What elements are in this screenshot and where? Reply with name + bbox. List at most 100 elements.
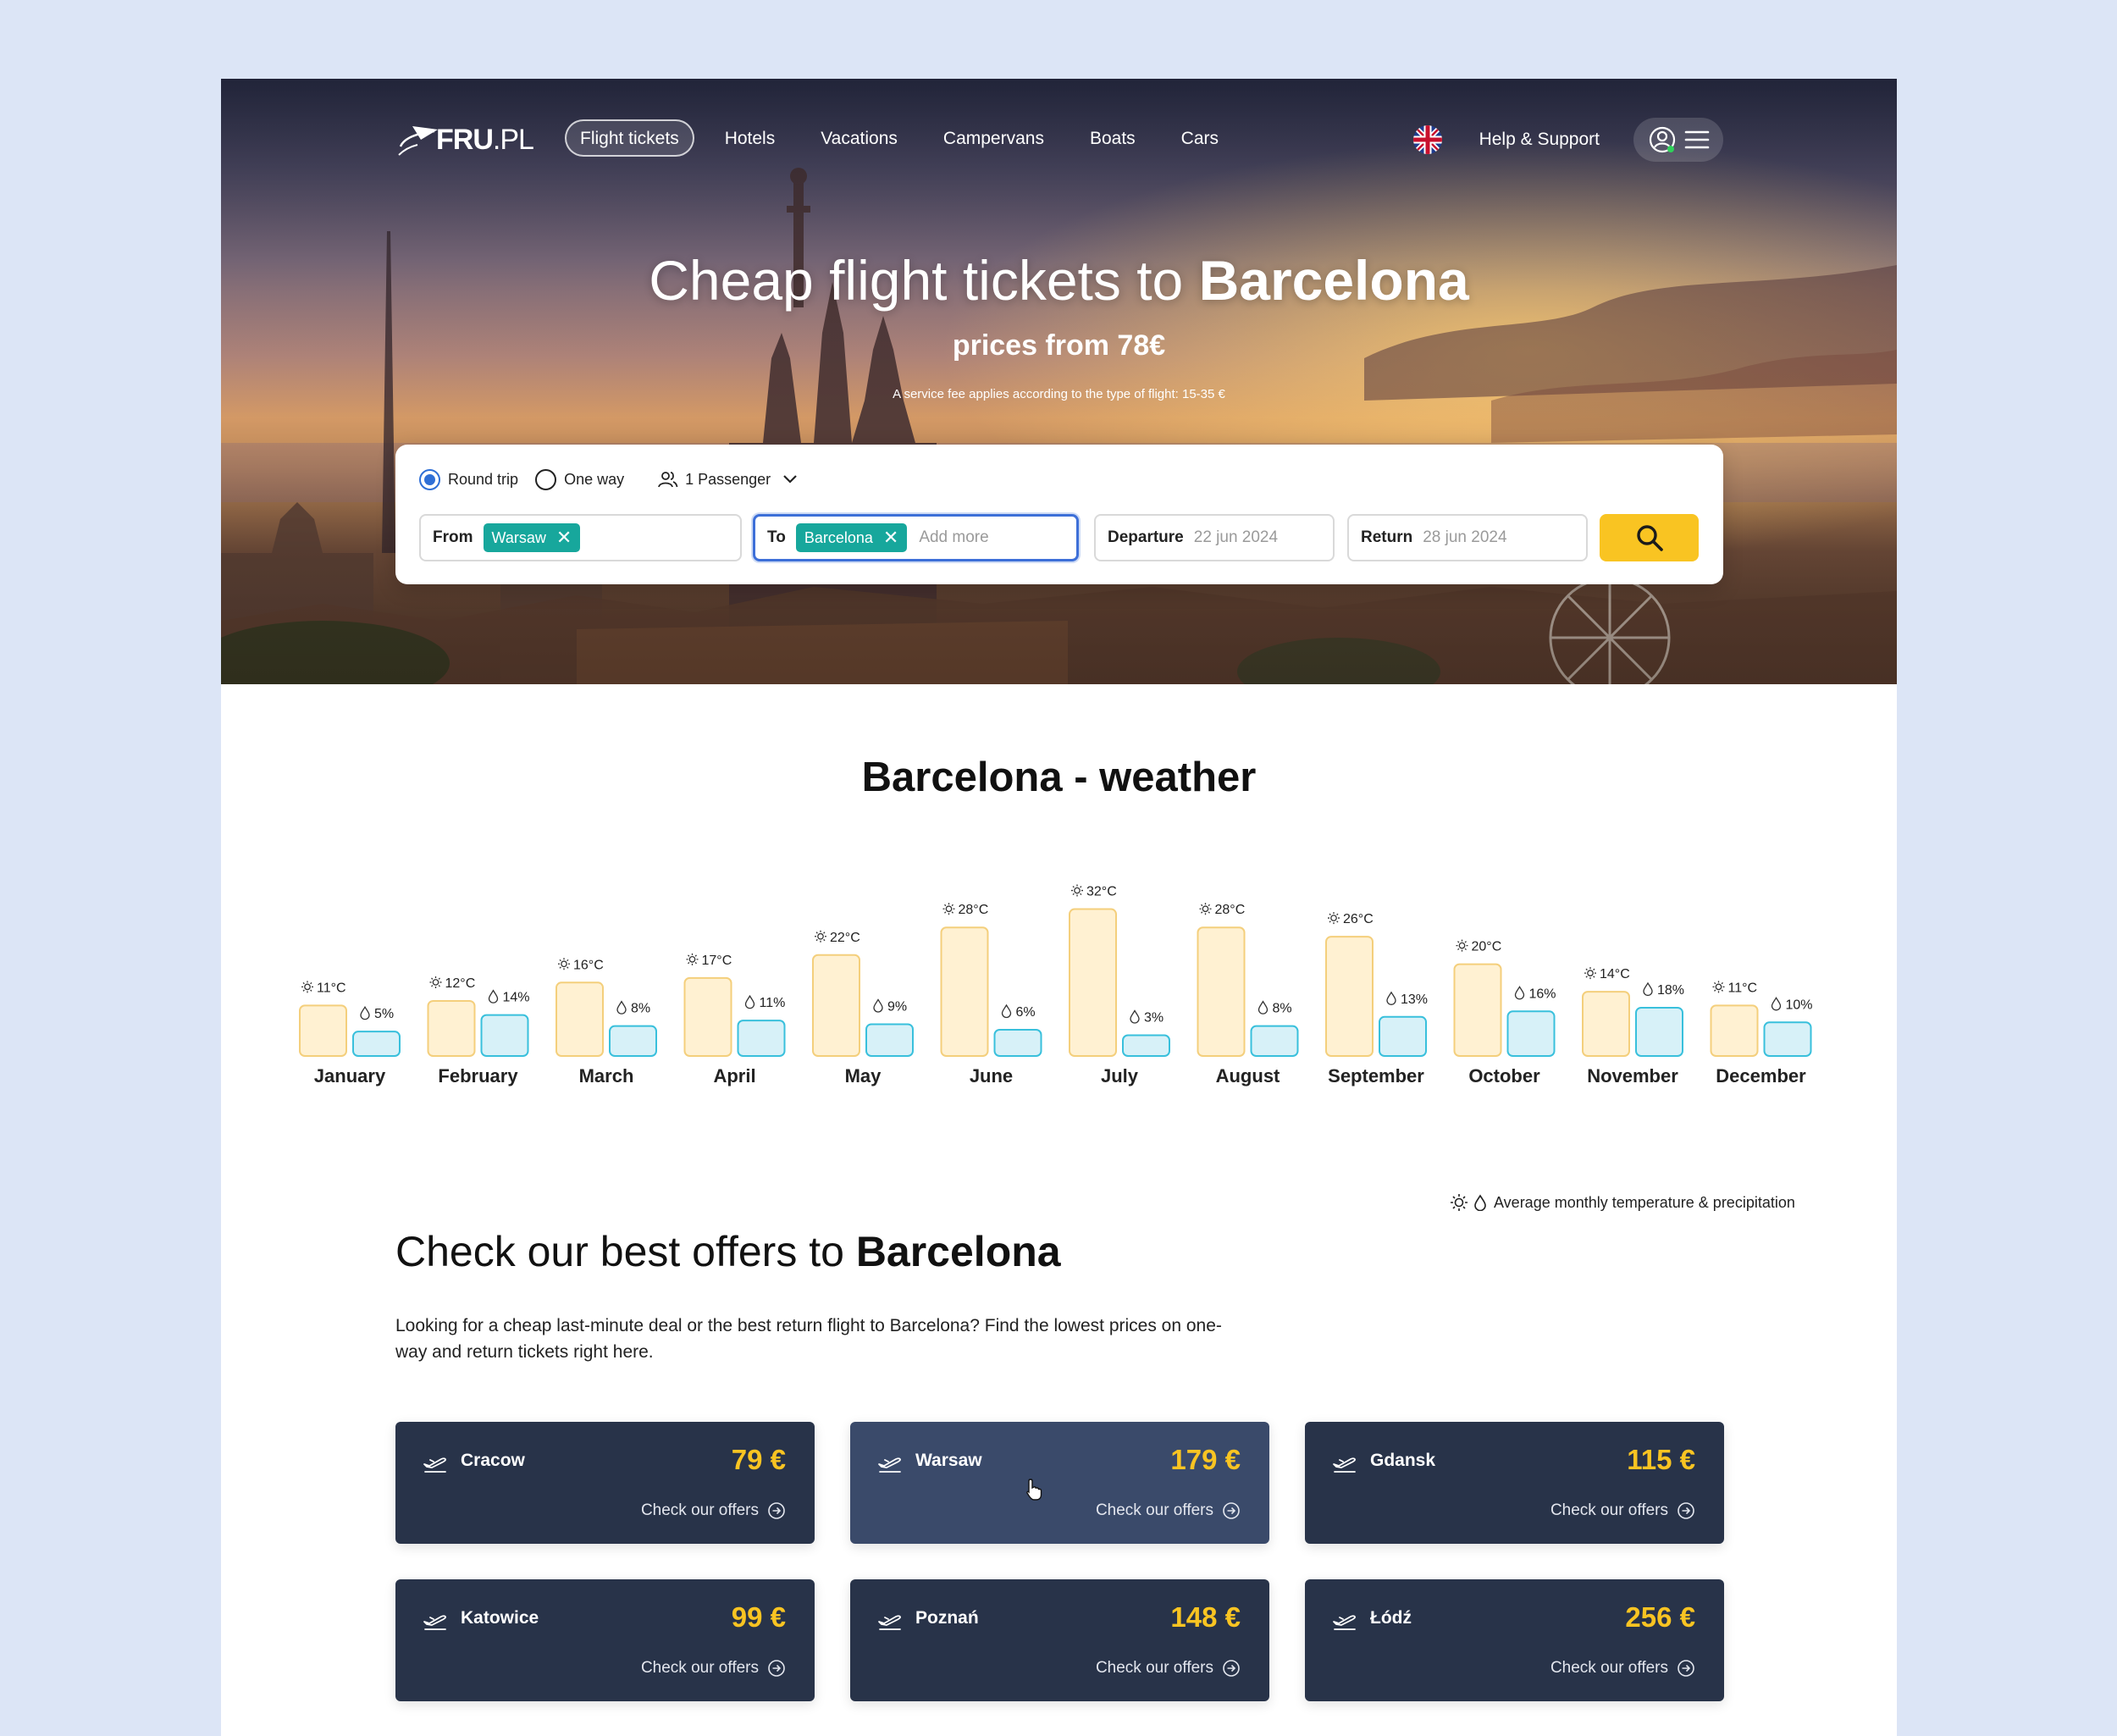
check-offers-link[interactable]: Check our offers [641, 1501, 786, 1520]
temperature-label: 14°C [1600, 967, 1630, 981]
logo-suffix-text: .PL [492, 123, 534, 156]
chevron-down-icon [783, 475, 797, 484]
month-label: January [314, 1065, 386, 1086]
offer-price: 99 € [731, 1601, 786, 1633]
temperature-bar [683, 976, 732, 1057]
temperature-bar [1453, 963, 1502, 1057]
hero-title: Cheap flight tickets to Barcelona [221, 248, 1897, 312]
from-label: From [433, 528, 473, 546]
drop-icon [1514, 986, 1525, 1000]
offer-card[interactable]: Cracow 79 € Check our offers [395, 1422, 815, 1544]
drop-icon [1257, 1000, 1269, 1015]
offer-price: 256 € [1625, 1601, 1695, 1633]
return-field[interactable]: Return 28 jun 2024 [1347, 514, 1588, 561]
month-label: April [713, 1065, 755, 1086]
weather-legend: Average monthly temperature & precipitat… [1450, 1193, 1795, 1212]
user-icon[interactable] [1648, 125, 1677, 154]
plane-takeoff-icon [878, 1457, 901, 1473]
month-label: September [1328, 1065, 1424, 1086]
offer-card[interactable]: Gdansk 115 € Check our offers [1305, 1422, 1724, 1544]
drop-icon [488, 989, 499, 1003]
sun-icon [815, 930, 826, 943]
to-add-more-placeholder[interactable]: Add more [919, 528, 988, 547]
offer-price: 148 € [1170, 1601, 1241, 1633]
offer-city: Warsaw [915, 1451, 982, 1470]
offer-card[interactable]: Poznań 148 € Check our offers [850, 1579, 1269, 1701]
month-label: May [845, 1065, 882, 1086]
offer-card[interactable]: Łódź 256 € Check our offers [1305, 1579, 1724, 1701]
check-offers-link[interactable]: Check our offers [1096, 1659, 1241, 1678]
nav-cars[interactable]: Cars [1166, 119, 1234, 157]
offer-card[interactable]: Warsaw 179 € Check our offers [850, 1422, 1269, 1544]
round-trip-radio[interactable]: Round trip [419, 468, 518, 490]
check-offers-link[interactable]: Check our offers [1550, 1659, 1695, 1678]
temperature-bar [1582, 991, 1630, 1057]
check-offers-link[interactable]: Check our offers [641, 1659, 786, 1678]
check-offers-label: Check our offers [1550, 1659, 1668, 1677]
temperature-label: 32°C [1086, 885, 1117, 899]
precipitation-label: 13% [1401, 992, 1428, 1007]
sun-icon [1071, 884, 1083, 897]
hero-title-city: Barcelona [1198, 249, 1469, 312]
weather-title: Barcelona - weather [861, 755, 1257, 800]
sun-icon [686, 953, 699, 965]
check-offers-link[interactable]: Check our offers [1096, 1501, 1241, 1520]
search-icon [1636, 525, 1663, 551]
check-offers-label: Check our offers [640, 1501, 759, 1519]
hamburger-menu-icon[interactable] [1684, 130, 1710, 150]
plane-takeoff-icon [1333, 1615, 1356, 1630]
remove-chip-icon[interactable]: ✕ [556, 523, 572, 552]
offer-card[interactable]: Katowice 99 € Check our offers [395, 1579, 815, 1701]
sun-icon [1584, 967, 1596, 980]
temperature-label: 26°C [1343, 912, 1374, 926]
temperature-bar [1325, 936, 1374, 1058]
arrow-circle-right-icon [1678, 1660, 1694, 1677]
check-offers-link[interactable]: Check our offers [1550, 1501, 1695, 1520]
sun-icon [1451, 1194, 1468, 1211]
offer-city: Gdansk [1370, 1451, 1436, 1470]
month-label: August [1216, 1065, 1280, 1086]
month-label: February [438, 1065, 518, 1086]
to-field[interactable]: To Barcelona ✕ Add more [753, 514, 1079, 561]
precipitation-bar [609, 1025, 657, 1058]
departure-field[interactable]: Departure 22 jun 2024 [1094, 514, 1335, 561]
precipitation-bar [993, 1028, 1042, 1057]
temperature-bar [427, 999, 476, 1057]
uk-flag-icon[interactable] [1412, 125, 1442, 154]
flight-search-panel: Round trip One way 1 Passenger From Wars… [395, 445, 1723, 584]
search-button[interactable] [1600, 514, 1699, 561]
offer-price: 115 € [1627, 1444, 1695, 1475]
offers-description: Looking for a cheap last-minute deal or … [395, 1316, 1222, 1362]
temperature-bar [812, 954, 860, 1058]
nav-hotels[interactable]: Hotels [710, 119, 791, 157]
remove-chip-icon[interactable]: ✕ [883, 523, 898, 552]
drop-icon [1643, 981, 1653, 997]
offers-title-prefix: Check our best offers to [395, 1228, 856, 1275]
one-way-radio[interactable]: One way [535, 468, 624, 490]
precipitation-label: 10% [1786, 998, 1813, 1012]
month-label: October [1468, 1065, 1540, 1086]
check-offers-label: Check our offers [1095, 1659, 1213, 1677]
precipitation-bar [1635, 1006, 1683, 1057]
sun-icon [429, 976, 442, 988]
nav-vacations[interactable]: Vacations [805, 119, 913, 157]
month-label: December [1716, 1065, 1806, 1086]
return-date: 28 jun 2024 [1423, 528, 1507, 546]
precipitation-bar [1250, 1025, 1299, 1058]
drop-icon [1001, 1003, 1012, 1019]
nav-boats[interactable]: Boats [1075, 119, 1151, 157]
sun-icon [1199, 903, 1212, 915]
account-menu[interactable] [1633, 118, 1723, 162]
help-support-link[interactable]: Help & Support [1479, 130, 1600, 150]
precipitation-label: 16% [1529, 987, 1556, 1001]
temperature-bar [299, 1004, 347, 1058]
from-field[interactable]: From Warsaw ✕ [419, 514, 742, 561]
temperature-label: 28°C [959, 903, 989, 917]
nav-flight-tickets[interactable]: Flight tickets [565, 119, 694, 157]
passenger-select[interactable]: 1 Passenger [658, 470, 804, 489]
fru-logo[interactable]: FRU.PL [395, 121, 534, 158]
nav-campervans[interactable]: Campervans [928, 119, 1059, 157]
precipitation-label: 6% [1016, 1005, 1036, 1020]
offer-city: Cracow [461, 1451, 525, 1470]
drop-icon [1130, 1009, 1140, 1024]
